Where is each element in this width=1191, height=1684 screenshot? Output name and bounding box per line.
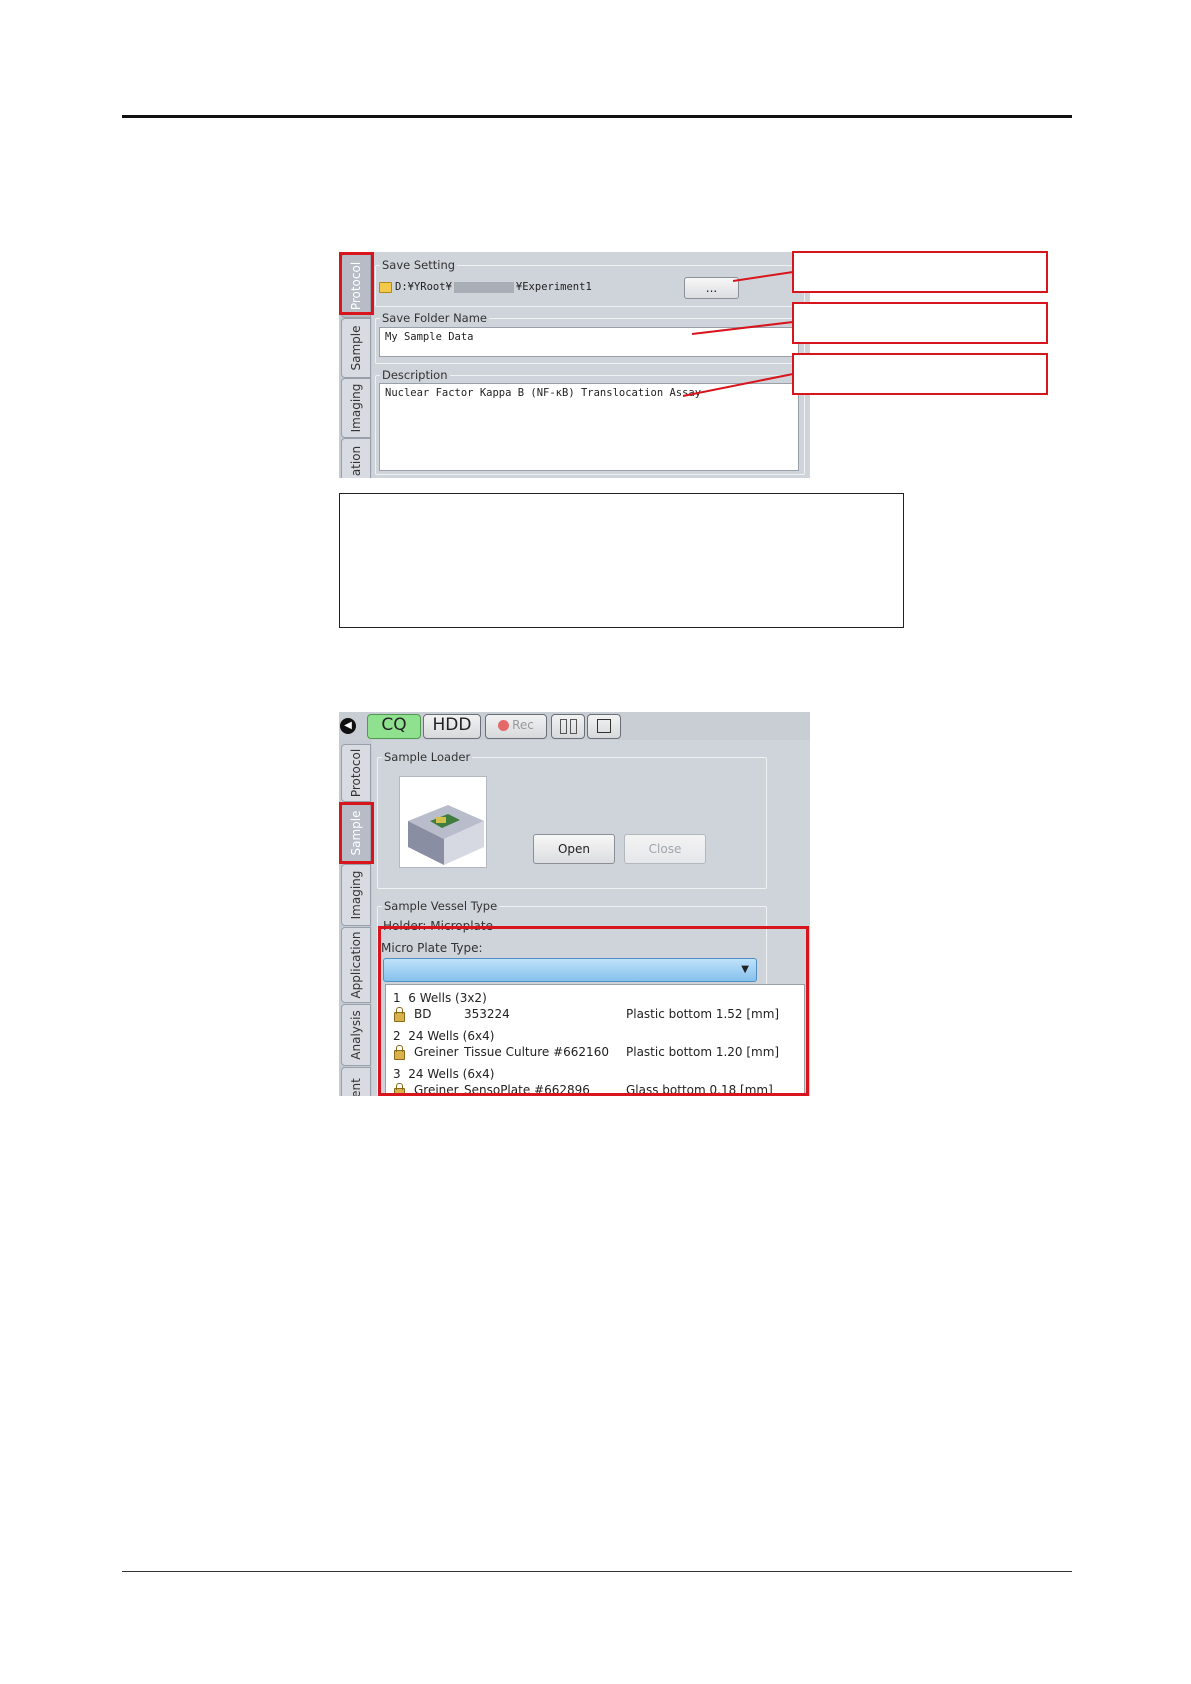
tab-protocol-2[interactable]: Protocol [341,744,371,802]
save-folder-input[interactable]: My Sample Data [379,327,799,357]
description-title: Description [380,368,450,382]
note-box [339,493,904,628]
cq-button[interactable]: CQ [367,714,421,739]
tab-sample[interactable]: Sample [341,318,371,378]
save-path: D:¥YRoot¥ ¥Experiment1 [395,281,592,293]
record-icon [498,720,510,731]
stop-icon [597,719,611,733]
tab-application-2[interactable]: Application [341,927,371,1003]
back-arrow-icon[interactable]: ◀ [340,718,356,734]
sample-loader-title: Sample Loader [382,750,473,764]
sample-loader-image [399,776,487,868]
pause-button[interactable] [551,714,585,739]
save-setting-title: Save Setting [380,258,458,272]
vertical-tab-strip-2: Protocol Sample Imaging Application Anal… [339,740,372,1096]
callout-box-3 [792,353,1048,395]
tab-imaging-2[interactable]: Imaging [341,864,371,926]
description-textarea[interactable]: Nuclear Factor Kappa B (NF-κB) Transloca… [379,383,799,471]
open-button[interactable]: Open [533,834,615,864]
highlight-plate-type [378,926,809,1096]
highlight-protocol-tab [339,252,374,315]
close-button[interactable]: Close [624,834,706,864]
toolbar: ◀ CQ HDD Rec [339,712,810,740]
save-path-prefix: D:¥YRoot¥ [395,281,452,293]
masked-path-segment [453,281,514,293]
pause-icon [559,719,567,734]
highlight-sample-tab [339,802,374,864]
stop-button[interactable] [587,714,621,739]
rec-button[interactable]: Rec [485,714,547,739]
footer-rule [122,1571,1072,1572]
tab-application[interactable]: ation [341,438,371,478]
hdd-button[interactable]: HDD [423,714,481,739]
folder-icon [379,282,392,293]
callout-box-1 [792,251,1048,293]
tab-imaging[interactable]: Imaging [341,378,371,438]
protocol-screenshot: Protocol Sample Imaging ation Save Setti… [339,252,810,478]
callout-box-2 [792,302,1048,344]
save-folder-title: Save Folder Name [380,311,490,325]
rec-label: Rec [512,718,534,732]
browse-button[interactable]: ... [684,277,739,299]
header-rule [122,115,1072,118]
save-path-suffix: ¥Experiment1 [515,281,592,293]
tab-environment-2[interactable]: ent [341,1067,371,1096]
loader-device-icon [408,805,484,865]
tab-analysis-2[interactable]: Analysis [341,1004,371,1066]
sample-vessel-title: Sample Vessel Type [382,899,500,913]
